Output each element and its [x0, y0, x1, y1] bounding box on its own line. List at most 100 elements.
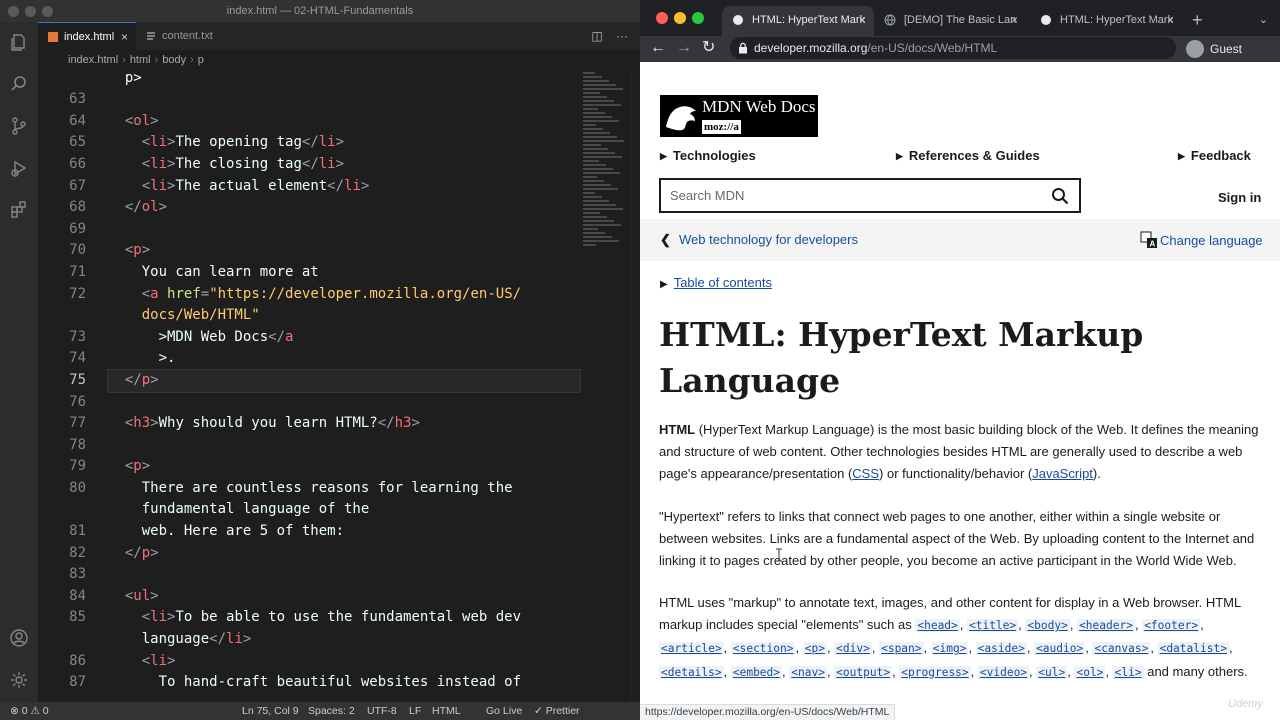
browser-tab-active[interactable]: HTML: HyperText Mark × — [722, 6, 874, 36]
element-link[interactable]: <embed> — [730, 665, 783, 679]
element-link[interactable]: <video> — [977, 665, 1030, 679]
toc-link[interactable]: Table of contents — [674, 275, 772, 290]
nav-technologies[interactable]: ▶ Technologies — [660, 148, 756, 163]
back-arrow-icon[interactable]: ← — [650, 36, 666, 62]
search-icon[interactable] — [1051, 187, 1069, 205]
code-line[interactable]: <p> — [108, 456, 588, 478]
close-icon[interactable]: × — [1167, 6, 1174, 34]
code-line[interactable]: <li>The actual element</li> — [108, 176, 588, 198]
element-link[interactable]: <li> — [1112, 665, 1144, 679]
more-actions-icon[interactable]: ··· — [616, 29, 628, 43]
element-link[interactable]: <header> — [1077, 619, 1135, 633]
profile-button[interactable]: Guest — [1186, 36, 1242, 62]
element-link[interactable]: <ol> — [1074, 665, 1106, 679]
settings-gear-icon[interactable] — [9, 670, 29, 690]
close-icon[interactable]: × — [859, 6, 866, 34]
code-line[interactable]: <h3>Why should you learn HTML?</h3> — [108, 413, 588, 435]
extensions-icon[interactable] — [9, 200, 29, 220]
go-live-button[interactable]: Go Live — [486, 702, 522, 720]
code-line[interactable]: To hand-craft beautiful websites instead… — [108, 672, 588, 694]
prettier-status[interactable]: ✓ Prettier — [534, 702, 580, 720]
browser-tab[interactable]: HTML: HyperText Mark × — [1030, 6, 1182, 36]
problems-indicator[interactable]: ⊗ 0 ⚠ 0 — [10, 702, 49, 720]
element-link[interactable]: <head> — [915, 619, 960, 633]
current-code-line[interactable]: </p> — [107, 368, 581, 393]
end-of-line[interactable]: LF — [409, 702, 421, 720]
breadcrumb-link[interactable]: Web technology for developers — [679, 232, 858, 247]
tab-index-html[interactable]: index.html × — [38, 22, 136, 50]
browser-tab[interactable]: [DEMO] The Basic Lan × — [874, 6, 1026, 36]
code-line[interactable]: >. — [108, 348, 588, 370]
breadcrumb-item[interactable]: body — [162, 54, 186, 66]
account-icon[interactable] — [9, 628, 29, 648]
element-link[interactable]: <img> — [930, 642, 969, 656]
element-link[interactable]: <details> — [659, 665, 724, 679]
code-editor[interactable]: 63 64 65 66 67 68 69 70 71 72 73 74 75 7… — [38, 70, 640, 702]
code-line[interactable]: <a href="https://developer.mozilla.org/e… — [108, 284, 588, 306]
close-icon[interactable]: × — [1011, 6, 1018, 34]
code-line[interactable] — [108, 219, 588, 241]
code-line[interactable] — [108, 564, 588, 586]
new-tab-button[interactable]: + — [1192, 6, 1203, 34]
mdn-logo[interactable]: MDN Web Docs moz://a — [660, 95, 818, 137]
code-line[interactable]: <li> — [108, 651, 588, 673]
code-line[interactable]: You can learn more at — [108, 262, 588, 284]
code-line[interactable]: <li>The closing tag</li> — [108, 154, 588, 176]
css-link[interactable]: CSS — [852, 466, 879, 481]
breadcrumb-item[interactable]: p — [198, 54, 204, 66]
sign-in-link[interactable]: Sign in — [1218, 190, 1261, 205]
code-line[interactable]: <ol> — [108, 111, 588, 133]
code-line[interactable]: language</li> — [108, 629, 588, 651]
window-minimize-dot[interactable] — [674, 12, 686, 24]
language-icon[interactable]: A — [1140, 231, 1158, 249]
tab-search-icon[interactable]: ⌄ — [1259, 6, 1268, 34]
code-lines[interactable]: <p In HTML, each element is made up of 3… — [107, 70, 588, 694]
lock-icon[interactable] — [738, 42, 748, 54]
element-link[interactable]: <aside> — [975, 642, 1027, 656]
window-close-dot[interactable] — [8, 6, 19, 17]
change-language-button[interactable]: Change language — [1160, 233, 1263, 248]
code-line[interactable]: <li>The opening tag</li> — [108, 132, 588, 154]
code-line[interactable]: >MDN Web Docs</a — [108, 327, 588, 349]
element-link[interactable]: <nav> — [789, 665, 827, 679]
table-of-contents-toggle[interactable]: ▶ Table of contents — [660, 275, 772, 290]
element-link[interactable]: <p> — [802, 642, 827, 656]
forward-arrow-icon[interactable]: → — [676, 36, 692, 62]
breadcrumb-item[interactable]: html — [130, 54, 151, 66]
code-line[interactable]: </ol> — [108, 197, 588, 219]
minimap[interactable] — [583, 70, 633, 250]
code-line[interactable]: <ul> — [108, 586, 588, 608]
encoding[interactable]: UTF-8 — [367, 702, 397, 720]
code-line[interactable]: </p> — [108, 543, 588, 565]
element-link[interactable]: <span> — [879, 642, 924, 656]
code-line[interactable]: fundamental language of the — [108, 499, 588, 521]
address-bar[interactable]: developer.mozilla.org/en-US/docs/Web/HTM… — [730, 37, 1176, 59]
code-line[interactable] — [108, 392, 588, 414]
javascript-link[interactable]: JavaScript — [1032, 466, 1093, 481]
code-line[interactable]: docs/Web/HTML" — [108, 305, 588, 327]
element-link[interactable]: <div> — [834, 642, 872, 656]
search-input[interactable] — [661, 180, 1041, 211]
code-line[interactable] — [108, 435, 588, 457]
element-link[interactable]: <audio> — [1034, 642, 1086, 656]
cursor-position[interactable]: Ln 75, Col 9 — [242, 702, 299, 720]
split-editor-icon[interactable]: ◫ — [591, 29, 602, 43]
code-line[interactable]: There are countless reasons for learning… — [108, 478, 588, 500]
close-icon[interactable]: × — [121, 23, 128, 51]
code-line[interactable]: <li>To be able to use the fundamental we… — [108, 607, 588, 629]
element-link[interactable]: <canvas> — [1092, 642, 1151, 656]
element-link[interactable]: <section> — [730, 642, 796, 656]
nav-feedback[interactable]: ▶ Feedback — [1178, 148, 1251, 163]
element-link[interactable]: <progress> — [899, 665, 971, 679]
files-icon[interactable] — [9, 32, 29, 52]
element-link[interactable]: <footer> — [1142, 619, 1201, 633]
indent-setting[interactable]: Spaces: 2 — [308, 702, 355, 720]
code-line[interactable]: web. Here are 5 of them: — [108, 521, 588, 543]
window-zoom-dot[interactable] — [42, 6, 53, 17]
element-link[interactable]: <output> — [834, 665, 893, 679]
code-line[interactable]: p> — [108, 70, 588, 89]
chevron-left-icon[interactable]: ❮ — [660, 232, 671, 248]
editor-scrollbar[interactable] — [630, 70, 640, 702]
language-mode[interactable]: HTML — [432, 702, 461, 720]
nav-references-guides[interactable]: ▶ References & Guides — [896, 148, 1040, 163]
